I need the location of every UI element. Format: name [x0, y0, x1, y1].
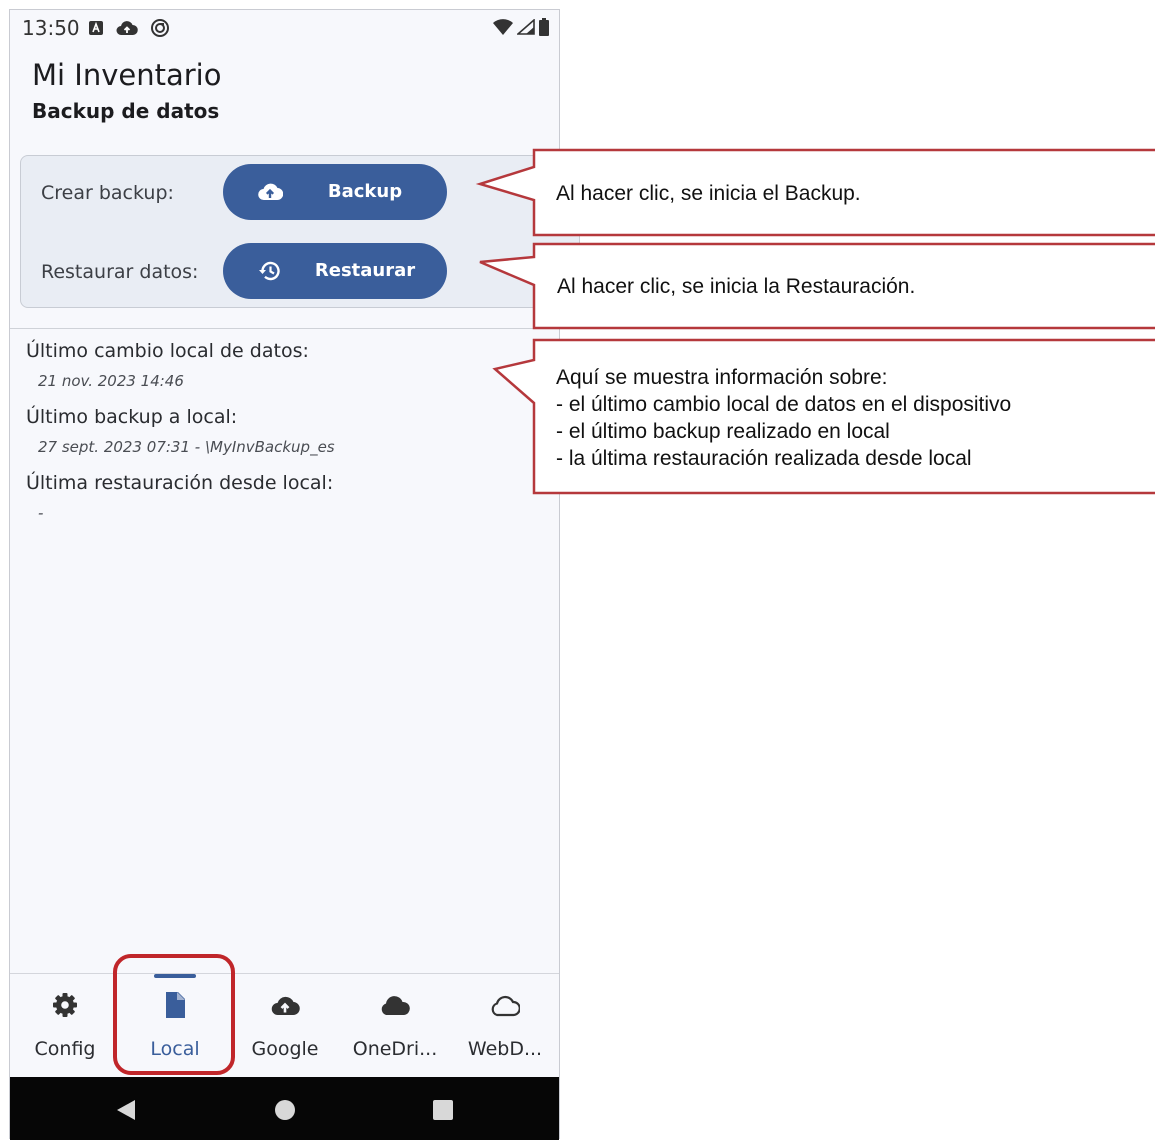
callout-shapes: [475, 148, 1155, 495]
restore-callout-text: Al hacer clic, se inicia la Restauración…: [557, 275, 916, 298]
info-callout-text: Aquí se muestra información sobre: - el …: [556, 364, 1011, 472]
info-callout-line: - el último backup realizado en local: [556, 420, 890, 443]
info-callout-line: - la última restauración realizada desde…: [556, 447, 972, 470]
info-callout-line: Aquí se muestra información sobre:: [556, 366, 888, 389]
backup-callout-text: Al hacer clic, se inicia el Backup.: [556, 182, 861, 205]
info-callout-line: - el último cambio local de datos en el …: [556, 393, 1012, 416]
